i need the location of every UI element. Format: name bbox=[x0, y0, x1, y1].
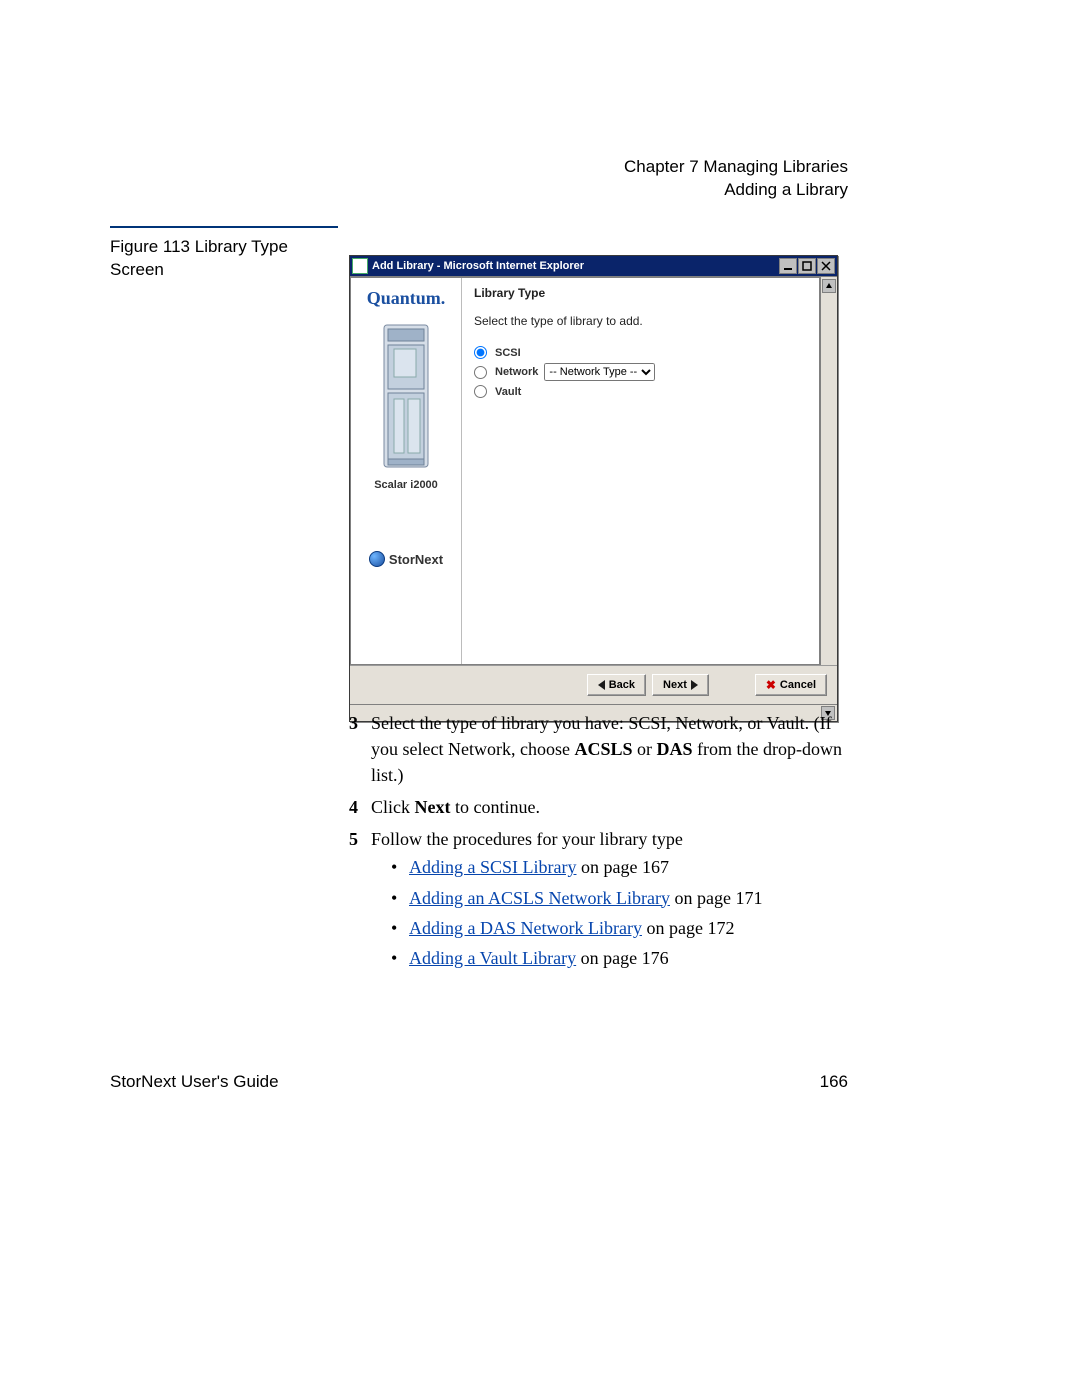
figure-caption: Figure 113 Library Type Screen bbox=[110, 236, 338, 282]
next-button[interactable]: Next bbox=[652, 674, 709, 696]
chapter-label: Chapter 7 Managing Libraries bbox=[624, 156, 848, 179]
maximize-button[interactable] bbox=[798, 258, 816, 274]
stornext-logo: StorNext bbox=[369, 551, 443, 577]
window-title: Add Library - Microsoft Internet Explore… bbox=[372, 260, 779, 272]
titlebar: Add Library - Microsoft Internet Explore… bbox=[350, 256, 837, 276]
library-type-subtext: Select the type of library to add. bbox=[474, 314, 807, 328]
link-das-library[interactable]: Adding a DAS Network Library bbox=[409, 918, 642, 938]
cancel-x-icon: ✖ bbox=[766, 678, 776, 692]
radio-vault[interactable]: Vault bbox=[474, 385, 807, 398]
step-3-text: Select the type of library you have: SCS… bbox=[371, 710, 849, 788]
quantum-logo: Quantum. bbox=[367, 288, 446, 309]
model-label: Scalar i2000 bbox=[374, 479, 438, 491]
step-number-5: 5 bbox=[349, 826, 371, 974]
radio-scsi-input[interactable] bbox=[474, 346, 487, 359]
step-4-text: Click Next to continue. bbox=[371, 794, 849, 820]
minimize-button[interactable] bbox=[779, 258, 797, 274]
scroll-up-icon[interactable] bbox=[822, 279, 836, 293]
next-arrow-icon bbox=[691, 680, 698, 690]
tail-1: on page 167 bbox=[576, 857, 668, 877]
radio-network[interactable]: Network -- Network Type -- bbox=[474, 363, 807, 381]
stornext-text: StorNext bbox=[389, 552, 443, 567]
link-vault-library[interactable]: Adding a Vault Library bbox=[409, 948, 576, 968]
vertical-scrollbar[interactable] bbox=[820, 277, 837, 665]
ie-icon bbox=[352, 258, 368, 274]
library-type-heading: Library Type bbox=[474, 286, 807, 300]
radio-network-input[interactable] bbox=[474, 366, 487, 379]
tail-2: on page 171 bbox=[670, 888, 762, 908]
wizard-sidebar: Quantum. Scalar i2000 StorNext bbox=[351, 278, 462, 664]
footer-page: 166 bbox=[820, 1072, 848, 1092]
wizard-content: Library Type Select the type of library … bbox=[462, 278, 819, 664]
next-label: Next bbox=[663, 679, 687, 691]
back-label: Back bbox=[609, 679, 635, 691]
cancel-label: Cancel bbox=[780, 679, 816, 691]
radio-scsi-label: SCSI bbox=[495, 347, 521, 359]
radio-scsi[interactable]: SCSI bbox=[474, 346, 807, 359]
section-label: Adding a Library bbox=[624, 179, 848, 202]
link-acsls-library[interactable]: Adding an ACSLS Network Library bbox=[409, 888, 670, 908]
wizard-button-bar: Back Next ✖ Cancel bbox=[350, 665, 837, 704]
link-scsi-library[interactable]: Adding a SCSI Library bbox=[409, 857, 576, 877]
cancel-button[interactable]: ✖ Cancel bbox=[755, 674, 827, 696]
close-button[interactable] bbox=[817, 258, 835, 274]
back-arrow-icon bbox=[598, 680, 605, 690]
globe-icon bbox=[369, 551, 385, 567]
radio-network-label: Network bbox=[495, 366, 538, 378]
tape-library-illustration bbox=[376, 321, 436, 471]
tail-3: on page 172 bbox=[642, 918, 734, 938]
network-type-select[interactable]: -- Network Type -- bbox=[544, 363, 655, 381]
ie-window: Add Library - Microsoft Internet Explore… bbox=[349, 255, 838, 722]
back-button[interactable]: Back bbox=[587, 674, 646, 696]
steps-block: 3 Select the type of library you have: S… bbox=[349, 710, 849, 981]
step-number-3: 3 bbox=[349, 710, 371, 788]
footer-guide: StorNext User's Guide bbox=[110, 1072, 279, 1092]
step-number-4: 4 bbox=[349, 794, 371, 820]
tail-4: on page 176 bbox=[576, 948, 668, 968]
radio-vault-label: Vault bbox=[495, 386, 521, 398]
figure-rule bbox=[110, 226, 338, 228]
radio-vault-input[interactable] bbox=[474, 385, 487, 398]
step-5-text: Follow the procedures for your library t… bbox=[371, 826, 849, 852]
